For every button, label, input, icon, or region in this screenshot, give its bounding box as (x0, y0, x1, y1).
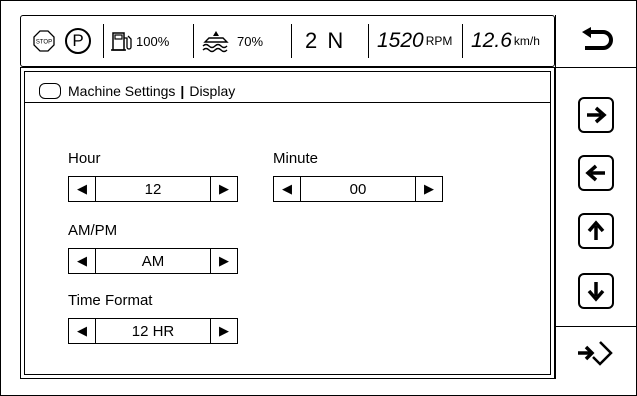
park-brake-icon: P (65, 28, 91, 54)
arrow-up-button[interactable] (556, 213, 636, 249)
minute-increment-button[interactable]: ▶ (415, 177, 442, 201)
enter-icon (578, 341, 613, 366)
time-format-increment-button[interactable]: ▶ (210, 319, 237, 343)
hour-value: 12 (144, 180, 162, 198)
gear-indicator: 2 N (305, 16, 345, 66)
screen-icon (39, 83, 61, 99)
time-format-label: Time Format (68, 292, 153, 309)
fuel-pump-icon (111, 32, 132, 51)
hour-decrement-button[interactable]: ◀ (69, 177, 96, 201)
title-divider (25, 102, 550, 103)
ampm-increment-button[interactable]: ▶ (210, 249, 237, 273)
arrow-right-button[interactable] (556, 97, 636, 133)
arrow-down-key[interactable] (578, 273, 614, 309)
triangle-left-icon: ◀ (77, 253, 87, 268)
arrow-down-icon (587, 282, 605, 302)
triangle-right-icon: ▶ (219, 253, 229, 268)
triangle-right-icon: ▶ (219, 323, 229, 338)
triangle-left-icon: ◀ (77, 323, 87, 338)
ampm-value: AM (141, 252, 165, 270)
arrow-left-button[interactable] (556, 155, 636, 191)
triangle-left-icon: ◀ (77, 181, 87, 196)
triangle-left-icon: ◀ (282, 181, 292, 196)
hour-label: Hour (68, 150, 101, 167)
minute-label: Minute (273, 150, 319, 167)
arrow-right-icon (587, 106, 607, 124)
stop-icon: STOP (33, 30, 55, 52)
time-format-decrement-button[interactable]: ◀ (69, 319, 96, 343)
arrow-left-icon (585, 164, 605, 182)
arrow-right-key[interactable] (578, 97, 614, 133)
rpm-unit: RPM (425, 34, 453, 48)
hour-stepper: ◀ 12 ▶ (68, 176, 238, 202)
ground-speed: 12.6 km/h (471, 16, 540, 66)
speed-value: 12.6 (471, 29, 512, 52)
gear-value: 2 N (305, 28, 346, 53)
fuel-level: 100% (136, 33, 170, 49)
def-gauge: 70% (201, 16, 263, 66)
minute-decrement-button[interactable]: ◀ (274, 177, 301, 201)
enter-button[interactable] (556, 327, 636, 379)
ampm-label: AM/PM (68, 222, 118, 239)
arrow-up-icon (587, 220, 605, 240)
breadcrumb-main: Machine Settings (68, 83, 176, 99)
engine-rpm: 1520 RPM (377, 16, 452, 66)
minute-stepper: ◀ 00 ▶ (273, 176, 443, 202)
arrow-left-key[interactable] (578, 155, 614, 191)
def-level: 70% (237, 33, 264, 49)
breadcrumb: Machine Settings | Display (39, 80, 235, 102)
park-indicator: P (65, 16, 91, 66)
time-format-value: 12 HR (131, 322, 175, 340)
breadcrumb-sub: Display (189, 83, 236, 99)
speed-unit: km/h (513, 34, 540, 48)
rpm-value: 1520 (377, 29, 424, 52)
def-fluid-icon (202, 31, 229, 53)
arrow-up-key[interactable] (578, 213, 614, 249)
navigation-column (555, 15, 636, 379)
svg-text:STOP: STOP (36, 40, 52, 46)
stop-indicator: STOP (33, 16, 55, 66)
arrow-down-button[interactable] (556, 273, 636, 309)
status-bar: STOP P 100% 70% 2 N 1520 RPM 12.6 km/h (20, 15, 555, 67)
minute-value: 00 (349, 180, 367, 198)
breadcrumb-separator: | (180, 83, 185, 99)
fuel-gauge: 100% (111, 16, 169, 66)
back-arrow-icon (582, 27, 613, 50)
time-format-stepper: ◀ 12 HR ▶ (68, 318, 238, 344)
ampm-decrement-button[interactable]: ◀ (69, 249, 96, 273)
hour-increment-button[interactable]: ▶ (210, 177, 237, 201)
settings-panel-inner: Machine Settings | Display Hour ◀ 12 ▶ M… (24, 71, 551, 375)
back-button[interactable] (556, 15, 636, 67)
triangle-right-icon: ▶ (424, 181, 434, 196)
settings-panel: Machine Settings | Display Hour ◀ 12 ▶ M… (20, 67, 555, 379)
triangle-right-icon: ▶ (219, 181, 229, 196)
ampm-stepper: ◀ AM ▶ (68, 248, 238, 274)
